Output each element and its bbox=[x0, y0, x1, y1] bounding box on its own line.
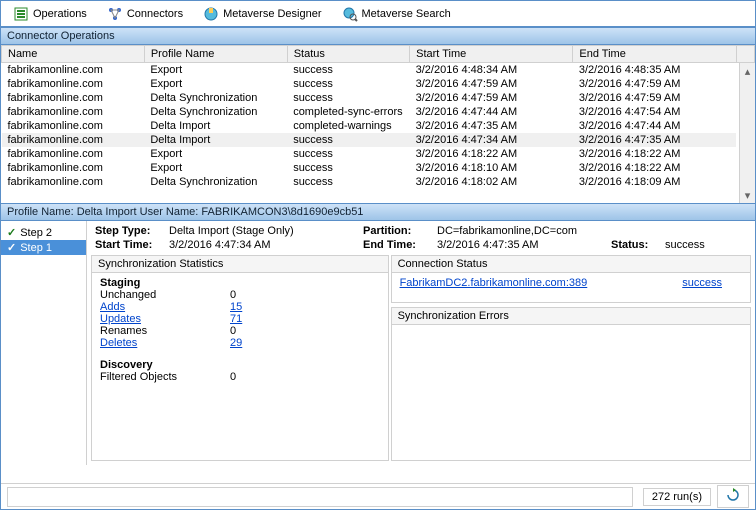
filtered-label: Filtered Objects bbox=[100, 371, 230, 383]
table-row[interactable]: fabrikamonline.comExportsuccess3/2/2016 … bbox=[2, 77, 755, 91]
col-end[interactable]: End Time bbox=[573, 46, 736, 63]
operations-label: Operations bbox=[33, 8, 87, 20]
refresh-icon bbox=[726, 488, 740, 502]
scroll-down-icon[interactable]: ▾ bbox=[740, 187, 755, 203]
connectors-tab[interactable]: Connectors bbox=[103, 4, 187, 24]
connectors-icon bbox=[107, 6, 123, 22]
deletes-value[interactable]: 29 bbox=[230, 337, 242, 349]
renames-value: 0 bbox=[230, 325, 236, 337]
mv-search-label: Metaverse Search bbox=[362, 8, 451, 20]
operations-icon bbox=[13, 6, 29, 22]
table-row[interactable]: fabrikamonline.comExportsuccess3/2/2016 … bbox=[2, 63, 755, 78]
table-row[interactable]: fabrikamonline.comDelta Importsuccess3/2… bbox=[2, 133, 755, 147]
mv-search-icon bbox=[342, 6, 358, 22]
step-type-value: Delta Import (Stage Only) bbox=[169, 225, 359, 237]
col-scroll bbox=[736, 46, 754, 63]
partition-label: Partition: bbox=[363, 225, 433, 237]
status-spacer bbox=[7, 487, 633, 507]
col-start[interactable]: Start Time bbox=[410, 46, 573, 63]
mv-designer-label: Metaverse Designer bbox=[223, 8, 321, 20]
start-time-label: Start Time: bbox=[95, 239, 165, 251]
table-row[interactable]: fabrikamonline.comDelta Synchronizations… bbox=[2, 175, 755, 189]
connection-status-title: Connection Status bbox=[392, 256, 750, 273]
adds-link[interactable]: Adds bbox=[100, 301, 230, 313]
step-item[interactable]: ✓ Step 2 bbox=[1, 225, 86, 240]
col-name[interactable]: Name bbox=[2, 46, 145, 63]
operations-grid[interactable]: Name Profile Name Status Start Time End … bbox=[1, 45, 755, 189]
grid-scrollbar[interactable]: ▴ ▾ bbox=[739, 63, 755, 203]
sync-statistics-pane: Synchronization Statistics Staging Uncha… bbox=[91, 255, 389, 461]
end-time-value: 3/2/2016 4:47:35 AM bbox=[437, 239, 607, 251]
mv-designer-icon bbox=[203, 6, 219, 22]
check-icon: ✓ bbox=[7, 241, 16, 254]
table-row[interactable]: fabrikamonline.comDelta Importcompleted-… bbox=[2, 119, 755, 133]
col-profile[interactable]: Profile Name bbox=[144, 46, 287, 63]
connectors-label: Connectors bbox=[127, 8, 183, 20]
sync-errors-title: Synchronization Errors bbox=[392, 308, 750, 325]
sync-errors-pane: Synchronization Errors bbox=[391, 307, 751, 461]
end-time-label: End Time: bbox=[363, 239, 433, 251]
operations-grid-area: Name Profile Name Status Start Time End … bbox=[1, 45, 755, 203]
updates-link[interactable]: Updates bbox=[100, 313, 230, 325]
table-row[interactable]: fabrikamonline.comDelta Synchronizationc… bbox=[2, 105, 755, 119]
step-label: Step 2 bbox=[20, 227, 52, 239]
col-status[interactable]: Status bbox=[287, 46, 409, 63]
renames-label: Renames bbox=[100, 325, 230, 337]
mv-designer-tab[interactable]: Metaverse Designer bbox=[199, 4, 325, 24]
table-row[interactable]: fabrikamonline.comDelta Synchronizations… bbox=[2, 91, 755, 105]
step-info: Step Type: Delta Import (Stage Only) Par… bbox=[87, 221, 755, 255]
run-count: 272 run(s) bbox=[643, 488, 711, 506]
connection-result-link[interactable]: success bbox=[682, 277, 722, 289]
connector-operations-header: Connector Operations bbox=[1, 27, 755, 45]
connection-status-pane: Connection Status FabrikamDC2.fabrikamon… bbox=[391, 255, 751, 303]
refresh-button[interactable] bbox=[717, 485, 749, 508]
partition-value: DC=fabrikamonline,DC=com bbox=[437, 225, 607, 237]
step-item[interactable]: ✓ Step 1 bbox=[1, 240, 86, 255]
filtered-value: 0 bbox=[230, 371, 236, 383]
table-row[interactable]: fabrikamonline.comExportsuccess3/2/2016 … bbox=[2, 147, 755, 161]
updates-value[interactable]: 71 bbox=[230, 313, 242, 325]
detail-area: ✓ Step 2 ✓ Step 1 Step Type: Delta Import (… bbox=[1, 221, 755, 465]
step-label: Step 1 bbox=[20, 242, 52, 254]
sync-statistics-title: Synchronization Statistics bbox=[92, 256, 388, 273]
status-bar: 272 run(s) bbox=[1, 483, 755, 509]
unchanged-value: 0 bbox=[230, 289, 236, 301]
steps-list: ✓ Step 2 ✓ Step 1 bbox=[1, 221, 87, 465]
step-type-label: Step Type: bbox=[95, 225, 165, 237]
discovery-header: Discovery bbox=[100, 359, 380, 371]
mv-search-tab[interactable]: Metaverse Search bbox=[338, 4, 455, 24]
table-row[interactable]: fabrikamonline.comExportsuccess3/2/2016 … bbox=[2, 161, 755, 175]
deletes-link[interactable]: Deletes bbox=[100, 337, 230, 349]
operations-tab[interactable]: Operations bbox=[9, 4, 91, 24]
adds-value[interactable]: 15 bbox=[230, 301, 242, 313]
staging-header: Staging bbox=[100, 277, 380, 289]
unchanged-label: Unchanged bbox=[100, 289, 230, 301]
check-icon: ✓ bbox=[7, 226, 16, 239]
toolbar: Operations Connectors Metaverse Designer… bbox=[1, 1, 755, 27]
scroll-up-icon[interactable]: ▴ bbox=[740, 63, 755, 79]
start-time-value: 3/2/2016 4:47:34 AM bbox=[169, 239, 359, 251]
status-value: success bbox=[665, 239, 747, 251]
connection-server-link[interactable]: FabrikamDC2.fabrikamonline.com:389 bbox=[400, 277, 588, 289]
profile-bar: Profile Name: Delta Import User Name: FA… bbox=[1, 203, 755, 221]
status-label: Status: bbox=[611, 239, 661, 251]
